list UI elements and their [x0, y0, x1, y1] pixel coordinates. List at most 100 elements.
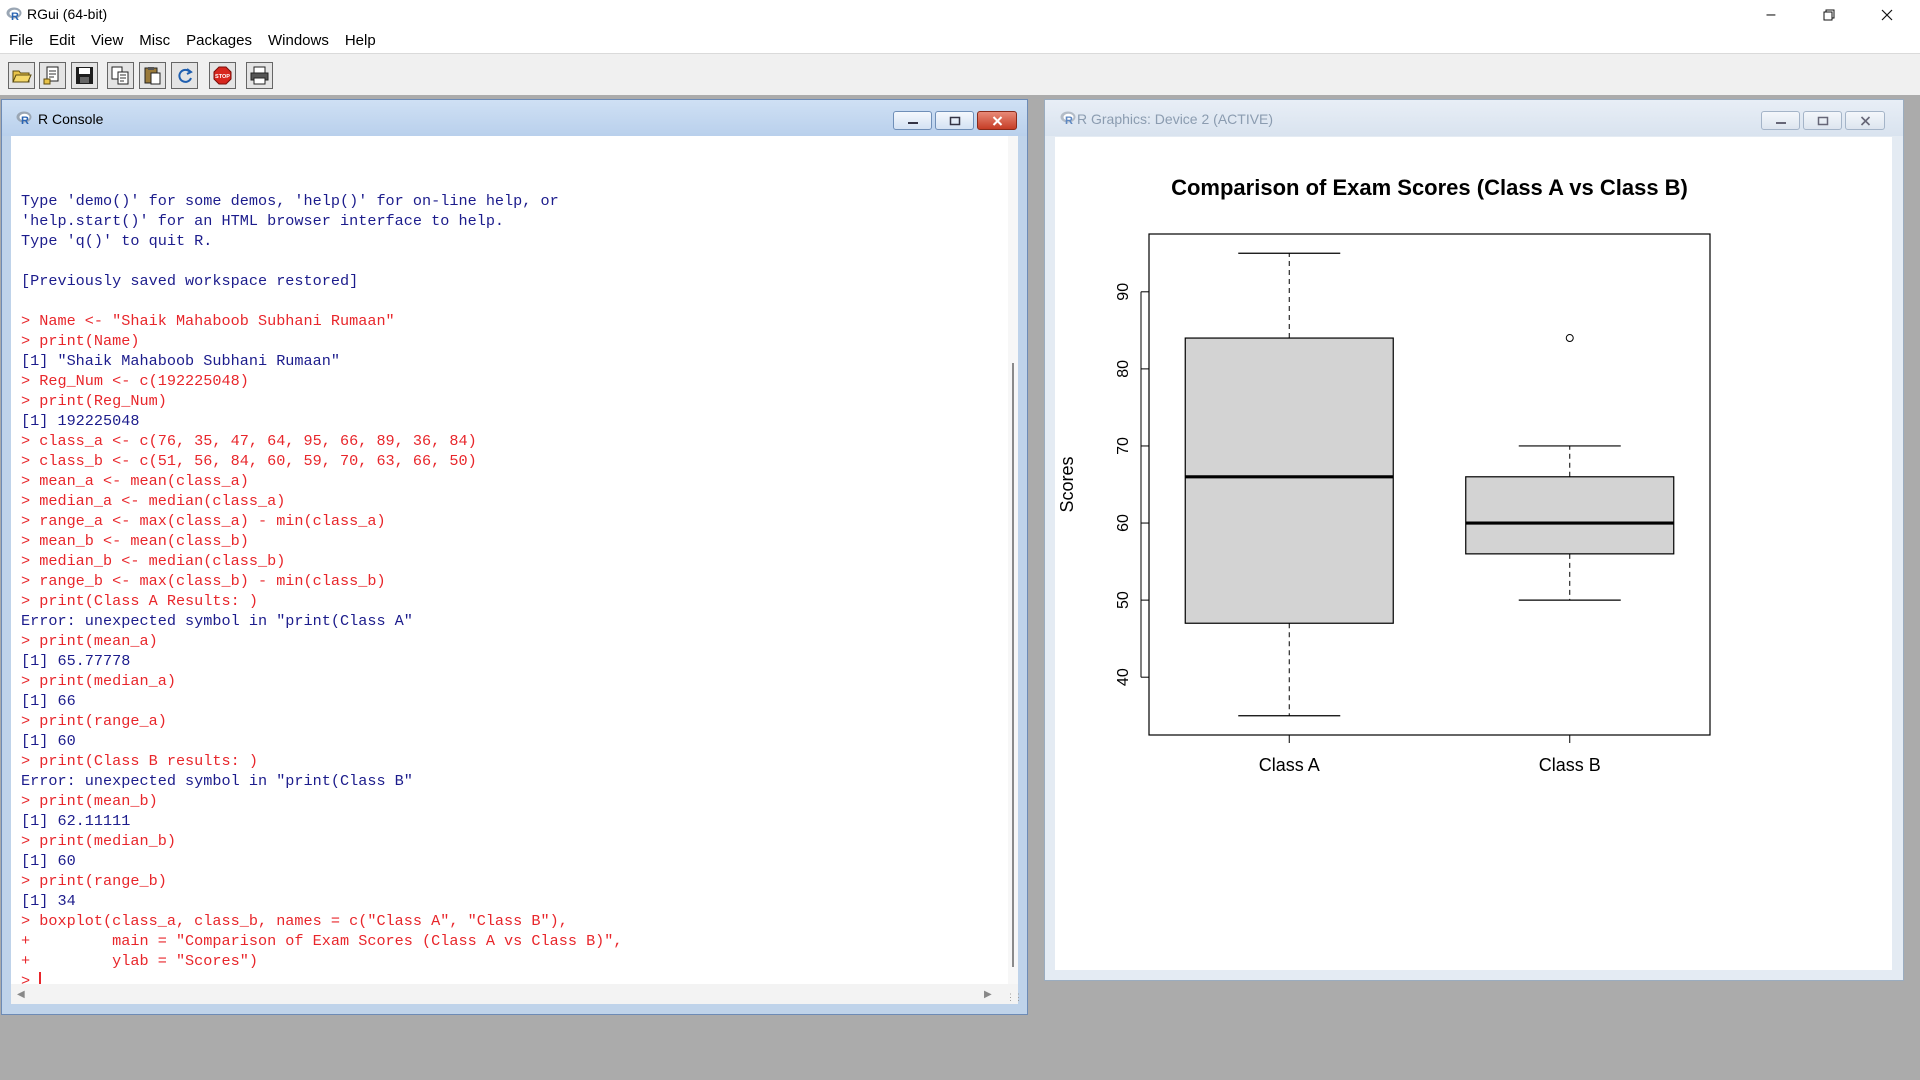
- r-logo-icon: R: [16, 111, 32, 125]
- r-console-titlebar[interactable]: R R Console: [2, 100, 1027, 136]
- y-axis-label: Scores: [1057, 456, 1077, 512]
- console-line: > print(Class A Results: ): [21, 592, 258, 610]
- print-icon: [250, 66, 269, 85]
- r-console-title: R Console: [38, 111, 104, 127]
- app-titlebar: R RGui (64-bit) –: [0, 0, 1920, 29]
- box-iqr: [1184, 337, 1394, 624]
- console-line: > boxplot(class_a, class_b, names = c("C…: [21, 912, 568, 930]
- y-tick-label: 70: [1115, 437, 1132, 455]
- open-script-icon: [12, 70, 32, 83]
- console-line: [1] 60: [21, 852, 76, 870]
- restore-icon: [1823, 9, 1835, 20]
- console-line: > print(range_a): [21, 712, 167, 730]
- console-line: > print(Class B results: ): [21, 752, 258, 770]
- console-vertical-scroll-thumb[interactable]: [1012, 363, 1014, 967]
- resize-grip-icon[interactable]: ⋮⋮: [1006, 992, 1023, 1003]
- console-line: Type 'q()' to quit R.: [21, 232, 213, 250]
- app-title: RGui (64-bit): [27, 6, 108, 22]
- y-tick-label: 40: [1115, 668, 1132, 686]
- console-maximize-button[interactable]: [935, 111, 974, 130]
- console-vertical-scrollbar[interactable]: [1008, 136, 1018, 984]
- console-line: > class_a <- c(76, 35, 47, 64, 95, 66, 8…: [21, 432, 477, 450]
- copy-paste-button[interactable]: [171, 62, 198, 89]
- console-line: Type 'demo()' for some demos, 'help()' f…: [21, 192, 559, 210]
- svg-text:R: R: [21, 115, 29, 125]
- minimize-button[interactable]: –: [1742, 0, 1800, 29]
- graphics-minimize-button[interactable]: [1761, 111, 1800, 130]
- r-console-output[interactable]: Type 'demo()' for some demos, 'help()' f…: [11, 136, 1023, 1004]
- console-minimize-button[interactable]: [893, 111, 932, 130]
- console-close-button[interactable]: [977, 111, 1017, 130]
- stop-icon: STOP: [213, 66, 232, 85]
- graphics-maximize-button[interactable]: [1803, 111, 1842, 130]
- console-line: > Reg_Num <- c(192225048): [21, 372, 249, 390]
- console-line: [1] 62.11111: [21, 812, 131, 830]
- console-line: [1] 66: [21, 692, 76, 710]
- paste-button[interactable]: [139, 62, 166, 89]
- y-tick-label: 80: [1115, 360, 1132, 378]
- close-button[interactable]: [1858, 0, 1916, 29]
- console-line: 'help.start()' for an HTML browser inter…: [21, 212, 505, 230]
- console-line: Error: unexpected symbol in "print(Class…: [21, 612, 413, 630]
- paste-icon: [144, 67, 161, 85]
- restore-button[interactable]: [1800, 0, 1858, 29]
- plot-canvas: Comparison of Exam Scores (Class A vs Cl…: [1055, 137, 1892, 970]
- copy-button[interactable]: [107, 62, 134, 89]
- minimize-icon: [1775, 121, 1786, 124]
- print-button[interactable]: [246, 62, 273, 89]
- load-workspace-button[interactable]: [39, 62, 66, 89]
- box-iqr: [1465, 476, 1675, 555]
- console-line: > print(mean_a): [21, 632, 158, 650]
- save-workspace-button[interactable]: [71, 62, 98, 89]
- console-line: [1] "Shaik Mahaboob Subhani Rumaan": [21, 352, 340, 370]
- console-line: > median_a <- median(class_a): [21, 492, 286, 510]
- console-line: + main = "Comparison of Exam Scores (Cla…: [21, 932, 623, 950]
- y-tick-label: 90: [1115, 283, 1132, 301]
- maximize-icon: [1817, 116, 1828, 125]
- console-text-area[interactable]: Type 'demo()' for some demos, 'help()' f…: [21, 171, 623, 991]
- graphics-close-button[interactable]: [1845, 111, 1885, 130]
- r-graphics-title: R Graphics: Device 2 (ACTIVE): [1077, 111, 1274, 127]
- menu-windows[interactable]: Windows: [260, 29, 337, 53]
- menu-view[interactable]: View: [83, 29, 131, 53]
- menu-bar: File Edit View Misc Packages Windows Hel…: [0, 29, 1920, 53]
- y-tick-label: 50: [1115, 591, 1132, 609]
- menu-edit[interactable]: Edit: [41, 29, 83, 53]
- r-logo-icon: R: [6, 7, 22, 21]
- menu-help[interactable]: Help: [337, 29, 384, 53]
- copy-icon: [111, 66, 129, 85]
- console-line: [1] 192225048: [21, 412, 140, 430]
- x-tick-label: Class B: [1539, 755, 1601, 775]
- console-line: > class_b <- c(51, 56, 84, 60, 59, 70, 6…: [21, 452, 477, 470]
- r-graphics-titlebar[interactable]: R R Graphics: Device 2 (ACTIVE): [1045, 100, 1903, 136]
- scroll-left-icon[interactable]: ◀: [17, 989, 25, 1000]
- console-line: [1] 65.77778: [21, 652, 131, 670]
- console-line: [Previously saved workspace restored]: [21, 272, 359, 290]
- minimize-icon: –: [1766, 5, 1776, 23]
- save-workspace-icon: [76, 67, 93, 84]
- console-line: > print(mean_b): [21, 792, 158, 810]
- stop-button[interactable]: STOP: [209, 62, 236, 89]
- menu-misc[interactable]: Misc: [131, 29, 178, 53]
- console-line: > range_b <- max(class_b) - min(class_b): [21, 572, 386, 590]
- svg-text:R: R: [11, 11, 19, 21]
- close-icon: [1881, 9, 1893, 20]
- x-tick-label: Class A: [1259, 755, 1320, 775]
- console-line: > mean_b <- mean(class_b): [21, 532, 249, 550]
- r-logo-icon: R: [1060, 111, 1076, 125]
- scroll-right-icon[interactable]: ▶: [984, 989, 992, 1000]
- chart-title: Comparison of Exam Scores (Class A vs Cl…: [1171, 175, 1688, 200]
- svg-text:STOP: STOP: [215, 74, 230, 80]
- open-script-button[interactable]: [8, 62, 35, 89]
- r-graphics-window[interactable]: R R Graphics: Device 2 (ACTIVE) Comparis…: [1044, 99, 1904, 981]
- menu-file[interactable]: File: [0, 29, 41, 53]
- r-console-window[interactable]: R R Console Type 'demo()' for some demos…: [1, 99, 1028, 1015]
- console-line: > Name <- "Shaik Mahaboob Subhani Rumaan…: [21, 312, 395, 330]
- menu-packages[interactable]: Packages: [178, 29, 260, 53]
- console-line: > print(Name): [21, 332, 140, 350]
- console-line: [1] 34: [21, 892, 76, 910]
- console-line: Error: unexpected symbol in "print(Class…: [21, 772, 413, 790]
- console-horizontal-scrollbar[interactable]: ◀ ▶ ⋮⋮: [11, 984, 1023, 1004]
